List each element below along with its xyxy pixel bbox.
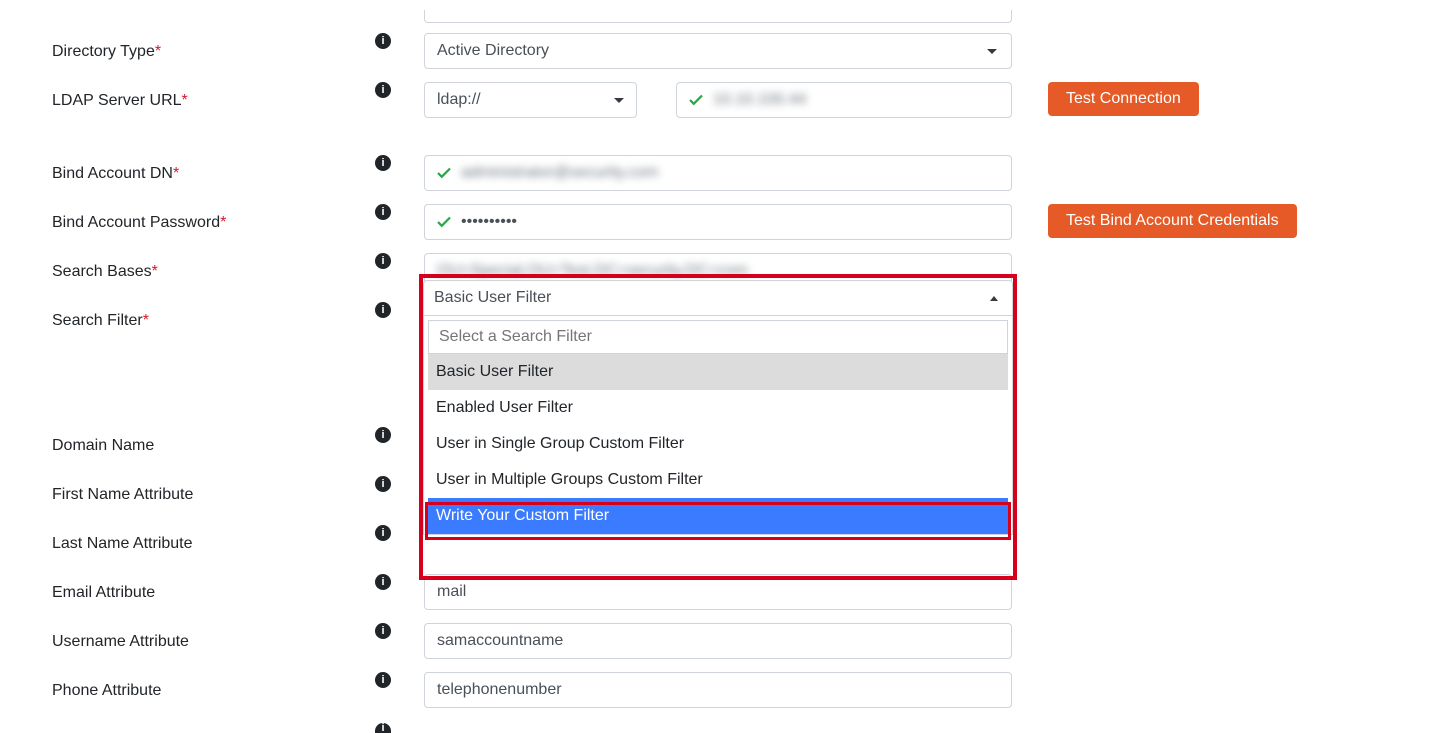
info-icon[interactable] — [375, 672, 391, 688]
username-attr-value: samaccountname — [437, 632, 563, 650]
row-bind-account-dn: Bind Account DN* administrator@security.… — [52, 155, 1434, 204]
checkmark-icon — [435, 213, 453, 236]
required-asterisk: * — [152, 263, 158, 281]
info-icon[interactable] — [375, 623, 391, 639]
label-phone-attr: Phone Attribute — [52, 682, 161, 700]
info-icon[interactable] — [375, 574, 391, 590]
search-filter-selected: Basic User Filter — [434, 289, 551, 307]
label-domain-name: Domain Name — [52, 437, 154, 455]
info-icon[interactable] — [375, 253, 391, 269]
info-icon[interactable] — [375, 427, 391, 443]
search-filter-dropdown-panel: Basic User Filter Enabled User Filter Us… — [423, 316, 1013, 535]
required-asterisk: * — [155, 43, 161, 61]
label-email-attr: Email Attribute — [52, 584, 155, 602]
required-asterisk: * — [182, 92, 188, 110]
label-first-name-attr: First Name Attribute — [52, 486, 193, 504]
info-icon[interactable] — [375, 155, 391, 171]
search-filter-dropdown-toggle[interactable]: Basic User Filter — [423, 280, 1013, 316]
info-icon[interactable] — [375, 204, 391, 220]
row-username-attr: Username Attribute samaccountname — [52, 623, 1434, 672]
label-bind-account-dn: Bind Account DN — [52, 165, 173, 183]
directory-type-value: Active Directory — [437, 42, 549, 60]
bind-account-dn-input[interactable]: administrator@security.com — [424, 155, 1012, 191]
test-bind-credentials-button[interactable]: Test Bind Account Credentials — [1048, 204, 1297, 238]
label-last-name-attr: Last Name Attribute — [52, 535, 193, 553]
bind-account-password-value: •••••••••• — [461, 213, 517, 231]
row-email-attr: Email Attribute mail — [52, 574, 1434, 623]
row-bind-account-password: Bind Account Password* •••••••••• Test B… — [52, 204, 1434, 253]
checkmark-icon — [435, 164, 453, 187]
search-filter-dropdown[interactable]: Basic User Filter Basic User Filter Enab… — [423, 280, 1013, 535]
row-directory-type: Directory Type* Active Directory — [52, 33, 1434, 82]
info-icon[interactable] — [375, 525, 391, 541]
required-asterisk: * — [143, 312, 149, 330]
label-directory-type: Directory Type — [52, 43, 155, 61]
protocol-value: ldap:// — [437, 91, 481, 109]
info-icon[interactable] — [375, 82, 391, 98]
search-bases-value: OU=Special,OU=Test,DC=security,DC=com — [437, 262, 748, 280]
label-bind-account-password: Bind Account Password — [52, 214, 220, 232]
dropdown-option-single-group-filter[interactable]: User in Single Group Custom Filter — [428, 426, 1008, 462]
label-search-bases: Search Bases — [52, 263, 152, 281]
required-asterisk: * — [173, 165, 179, 183]
dropdown-option-multiple-groups-filter[interactable]: User in Multiple Groups Custom Filter — [428, 462, 1008, 498]
dropdown-option-write-custom-filter[interactable]: Write Your Custom Filter — [428, 498, 1008, 534]
label-username-attr: Username Attribute — [52, 633, 189, 651]
server-host-input[interactable]: 10.10.100.44 — [676, 82, 1012, 118]
directory-type-select[interactable]: Active Directory — [424, 33, 1012, 69]
test-connection-button[interactable]: Test Connection — [1048, 82, 1199, 116]
info-icon[interactable] — [375, 723, 391, 733]
server-host-value: 10.10.100.44 — [713, 91, 806, 109]
checkmark-icon — [687, 91, 705, 114]
truncated-top-input[interactable] — [424, 10, 1012, 23]
email-attr-input[interactable]: mail — [424, 574, 1012, 610]
username-attr-input[interactable]: samaccountname — [424, 623, 1012, 659]
dropdown-option-enabled-user-filter[interactable]: Enabled User Filter — [428, 390, 1008, 426]
bind-account-password-input[interactable]: •••••••••• — [424, 204, 1012, 240]
search-filter-search-input[interactable] — [428, 320, 1008, 354]
required-asterisk: * — [220, 214, 226, 232]
label-search-filter: Search Filter — [52, 312, 143, 330]
protocol-select[interactable]: ldap:// — [424, 82, 637, 118]
row-phone-attr: Phone Attribute telephonenumber — [52, 672, 1434, 721]
info-icon[interactable] — [375, 302, 391, 318]
label-ldap-server-url: LDAP Server URL — [52, 92, 182, 110]
dropdown-option-basic-user-filter[interactable]: Basic User Filter — [428, 354, 1008, 390]
row-ldap-server-url: LDAP Server URL* ldap:// 10.10.100.44 Te… — [52, 82, 1434, 131]
bind-account-dn-value: administrator@security.com — [461, 164, 658, 182]
email-attr-value: mail — [437, 583, 466, 601]
phone-attr-input[interactable]: telephonenumber — [424, 672, 1012, 708]
info-icon[interactable] — [375, 476, 391, 492]
info-icon[interactable] — [375, 33, 391, 49]
